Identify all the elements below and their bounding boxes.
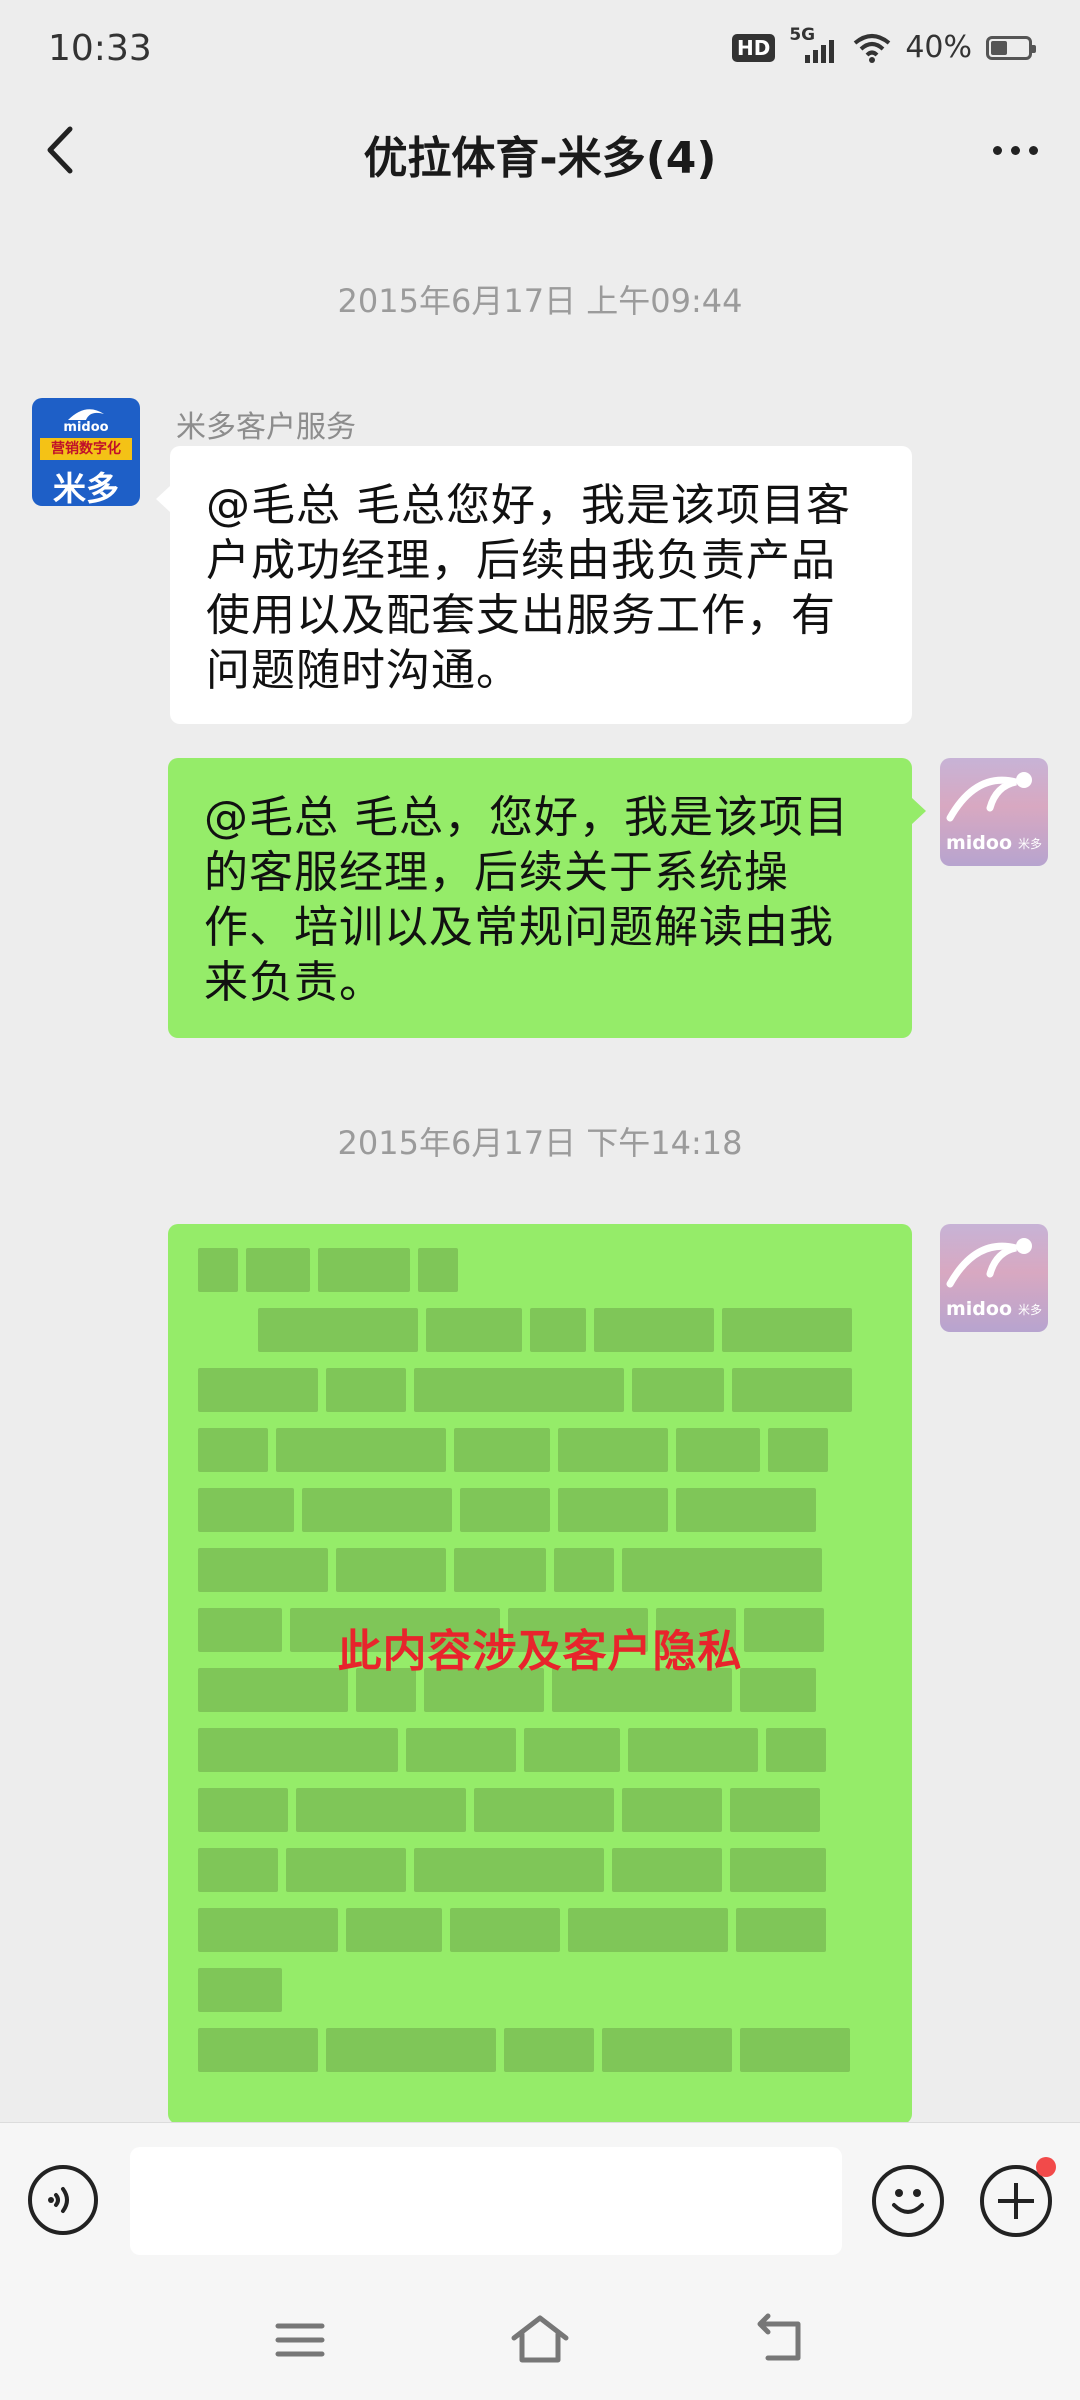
- wifi-icon: [854, 33, 891, 63]
- avatar-brand-word: midoo: [63, 420, 109, 435]
- timestamp: 2015年6月17日 上午09:44: [337, 282, 743, 320]
- more-button[interactable]: [980, 120, 1050, 180]
- home-button[interactable]: [510, 2310, 570, 2370]
- message-input[interactable]: [130, 2147, 842, 2255]
- home-icon: [511, 2315, 569, 2363]
- avatar-brand-word: midoo: [946, 1298, 1013, 1320]
- my-avatar[interactable]: midoo 米多: [940, 758, 1048, 866]
- status-bar: 10:33 HD 5G 40%: [0, 0, 1080, 100]
- voice-button[interactable]: [28, 2165, 98, 2235]
- avatar-brand-tag: 营销数字化: [40, 438, 132, 460]
- sender-name: 米多客户服务: [176, 410, 356, 445]
- midoo-logo-icon: [946, 1238, 1032, 1288]
- pixelated-content: [198, 1248, 882, 2124]
- more-dots-icon: [992, 145, 1002, 155]
- voice-icon: [48, 2187, 69, 2213]
- sender-avatar[interactable]: midoo 营销数字化 米多: [32, 398, 140, 506]
- chat-title: 优拉体育-米多(4): [363, 133, 717, 184]
- avatar-brand-word: midoo: [946, 832, 1013, 854]
- input-bar: [0, 2122, 1080, 2281]
- system-back-button[interactable]: [750, 2310, 810, 2370]
- battery-percent: 40%: [905, 30, 972, 65]
- message-bubble-incoming[interactable]: @毛总 毛总您好，我是该项目客户成功经理，后续由我负责产品使用以及配套支出服务工…: [156, 446, 912, 724]
- system-navigation-bar: [0, 2280, 1080, 2400]
- emoji-button[interactable]: [872, 2165, 944, 2237]
- notification-dot: [1036, 2157, 1056, 2177]
- message-text: @毛总 毛总，您好，我是该项目的客服经理，后续关于系统操作、培训以及常规问题解读…: [204, 792, 849, 1008]
- menu-icon: [275, 2323, 325, 2357]
- privacy-overlay-text: 此内容涉及客户隐私: [337, 1626, 743, 1677]
- message-text: @毛总 毛总您好，我是该项目客户成功经理，后续由我负责产品使用以及配套支出服务工…: [206, 480, 851, 696]
- avatar-brand-cn: 米多: [1017, 1303, 1042, 1317]
- my-avatar[interactable]: midoo 米多: [940, 1224, 1048, 1332]
- back-arrow-icon: [757, 2313, 801, 2361]
- status-time: 10:33: [48, 28, 152, 69]
- emoji-icon: [892, 2189, 924, 2214]
- timestamp: 2015年6月17日 下午14:18: [337, 1124, 743, 1162]
- signal-icon: 5G: [789, 25, 839, 65]
- message-bubble-outgoing[interactable]: @毛总 毛总，您好，我是该项目的客服经理，后续关于系统操作、培训以及常规问题解读…: [168, 758, 926, 1038]
- midoo-logo-icon: [946, 772, 1032, 822]
- avatar-brand-cn: 米多: [1017, 837, 1042, 851]
- status-indicators: HD 5G 40%: [731, 25, 1036, 65]
- hd-badge: HD: [731, 33, 776, 62]
- chat-header: 优拉体育-米多(4): [0, 100, 1080, 200]
- menu-button[interactable]: [270, 2310, 330, 2370]
- message-bubble-obscured[interactable]: 此内容涉及客户隐私: [168, 1224, 912, 2124]
- battery-icon: [986, 35, 1036, 60]
- avatar-brand-name: 米多: [53, 469, 119, 506]
